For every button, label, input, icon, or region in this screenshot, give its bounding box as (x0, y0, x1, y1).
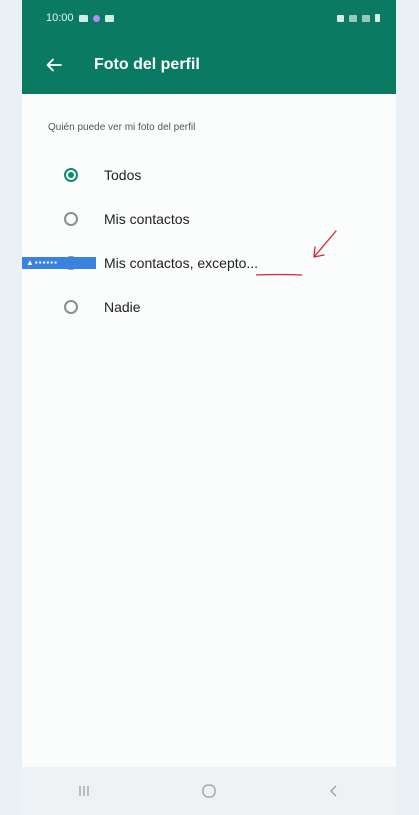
wifi-icon (349, 14, 357, 22)
back-arrow-icon[interactable] (42, 53, 66, 77)
option-everyone[interactable]: Todos (48, 153, 396, 197)
section-label: Quién puede ver mi foto del perfil (48, 122, 196, 133)
app-notification-icon (92, 14, 100, 22)
option-label: Mis contactos (104, 211, 190, 227)
alarm-icon (337, 14, 344, 22)
privacy-options: Quién puede ver mi foto del perfil Todos… (22, 94, 396, 329)
phone-screen: 10:00 Foto del perfil Quién puede ver mi… (22, 0, 396, 815)
annotation-underline (255, 273, 303, 276)
recents-icon[interactable] (64, 776, 104, 806)
gallery-notification-icon (78, 14, 88, 22)
system-navigation-bar (22, 767, 396, 815)
annotation-arrow-icon (313, 230, 337, 258)
radio-button[interactable] (64, 300, 78, 314)
overlay-badge: ▲▪▪▪▪▪▪ (22, 257, 96, 269)
back-nav-icon[interactable] (314, 776, 354, 806)
status-time: 10:00 (46, 12, 74, 24)
option-label: Mis contactos, excepto... (104, 255, 259, 271)
radio-button[interactable] (64, 212, 78, 226)
home-icon[interactable] (189, 776, 229, 806)
folder-notification-icon (104, 14, 114, 22)
radio-button-selected[interactable] (64, 168, 78, 182)
signal-icon (362, 14, 370, 22)
option-my-contacts-except[interactable]: Mis contactos, excepto... ▲▪▪▪▪▪▪ (22, 230, 396, 285)
status-bar: 10:00 (22, 0, 396, 36)
battery-icon (375, 14, 380, 22)
option-nobody[interactable]: Nadie (48, 285, 396, 329)
option-label: Nadie (104, 299, 141, 315)
option-label: Todos (104, 167, 142, 183)
page-title: Foto del perfil (94, 56, 200, 73)
app-bar: Foto del perfil (22, 36, 396, 94)
